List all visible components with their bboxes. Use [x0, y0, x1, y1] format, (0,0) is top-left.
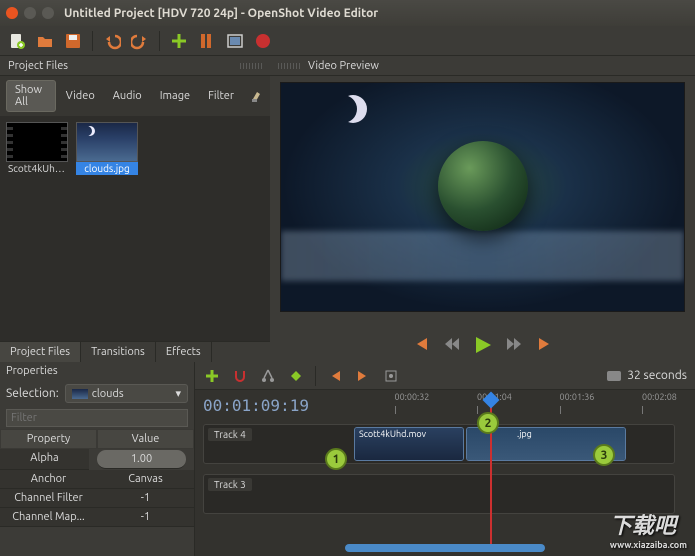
tab-effects[interactable]: Effects [156, 342, 212, 362]
minimize-icon[interactable] [24, 7, 36, 19]
window-title: Untitled Project [HDV 720 24p] - OpenSho… [64, 7, 378, 20]
prop-value[interactable]: -1 [97, 508, 194, 527]
track-label: Track 4 [208, 428, 252, 441]
selection-dropdown[interactable]: clouds ▾ [65, 384, 188, 403]
selection-label: Selection: [6, 387, 59, 400]
left-bottom-tabs: Project Files Transitions Effects [0, 341, 270, 362]
video-preview-header: Video Preview [270, 56, 695, 76]
panel-grip-icon[interactable] [240, 63, 262, 69]
prop-name: Alpha [0, 449, 89, 470]
project-files-area[interactable]: Scott4kUhd... clouds.jpg [0, 116, 270, 341]
moon-icon [85, 126, 95, 136]
prop-value[interactable]: 1.00 [97, 450, 186, 469]
zoom-label: 32 seconds [627, 369, 687, 382]
tab-image[interactable]: Image [152, 87, 198, 105]
timeline-track[interactable]: Track 3 [203, 474, 675, 514]
video-preview-label: Video Preview [308, 60, 379, 72]
help-marker: 3 [593, 444, 615, 466]
help-marker: 2 [477, 412, 499, 434]
timeline-ruler[interactable]: 00:00:32 00:01:04 00:01:36 00:02:08 [345, 392, 675, 418]
marker-icon[interactable] [287, 367, 305, 385]
clip-label: Scott4kUhd.mov [359, 429, 426, 439]
clear-filter-icon[interactable] [250, 87, 264, 105]
titlebar: Untitled Project [HDV 720 24p] - OpenSho… [0, 0, 695, 26]
tab-transitions[interactable]: Transitions [81, 342, 156, 362]
timeline-body[interactable]: 00:01:09:19 00:00:32 00:01:04 00:01:36 0… [195, 390, 695, 556]
zoom-slider[interactable] [607, 371, 621, 381]
ruler-tick: 00:02:08 [642, 392, 677, 402]
playback-controls [270, 330, 695, 362]
close-icon[interactable] [6, 7, 18, 19]
selection-value: clouds [92, 388, 124, 400]
panel-grip-icon[interactable] [278, 63, 300, 69]
file-item[interactable]: Scott4kUhd... [6, 122, 68, 175]
help-marker: 1 [325, 448, 347, 470]
next-marker-icon[interactable] [354, 367, 372, 385]
file-label: clouds.jpg [76, 162, 138, 175]
prop-name: Channel Filter [0, 489, 97, 508]
redo-icon[interactable] [131, 32, 149, 50]
jump-end-icon[interactable] [535, 336, 553, 354]
prev-marker-icon[interactable] [326, 367, 344, 385]
open-project-icon[interactable] [36, 32, 54, 50]
video-preview-canvas[interactable] [280, 82, 685, 312]
file-label: Scott4kUhd... [6, 162, 68, 175]
project-files-label: Project Files [8, 60, 68, 72]
rewind-icon[interactable] [443, 336, 461, 354]
fast-forward-icon[interactable] [505, 336, 523, 354]
profile-icon[interactable] [198, 32, 216, 50]
maximize-icon[interactable] [42, 7, 54, 19]
chevron-down-icon: ▾ [175, 387, 181, 400]
save-project-icon[interactable] [64, 32, 82, 50]
timeline-toolbar: 32 seconds [195, 362, 695, 390]
tab-filter[interactable]: Filter [200, 87, 242, 105]
play-icon[interactable] [473, 336, 493, 354]
prop-value[interactable]: -1 [97, 489, 194, 508]
main-toolbar [0, 26, 695, 56]
center-playhead-icon[interactable] [382, 367, 400, 385]
fullscreen-icon[interactable] [226, 32, 244, 50]
prop-name: Channel Map... [0, 508, 97, 527]
properties-header: Properties [0, 362, 194, 380]
undo-icon[interactable] [103, 32, 121, 50]
timecode: 00:01:09:19 [203, 396, 309, 415]
timeline-clip[interactable]: Scott4kUhd.mov [354, 427, 464, 461]
clip-label: .jpg [517, 429, 532, 439]
tab-video[interactable]: Video [58, 87, 103, 105]
timeline-scrollbar[interactable] [345, 544, 545, 552]
col-value[interactable]: Value [97, 429, 194, 449]
add-track-icon[interactable] [203, 367, 221, 385]
tab-show-all[interactable]: Show All [6, 80, 56, 112]
file-filter-tabs: Show All Video Audio Image Filter [0, 76, 270, 116]
tab-project-files[interactable]: Project Files [0, 342, 81, 362]
prop-name: Anchor [0, 470, 97, 489]
moon-icon [339, 95, 367, 123]
track-label: Track 3 [208, 478, 252, 491]
ruler-tick: 00:01:36 [560, 392, 595, 402]
col-property[interactable]: Property [0, 429, 97, 449]
razor-icon[interactable] [259, 367, 277, 385]
ruler-tick: 00:00:32 [395, 392, 430, 402]
project-files-header: Project Files [0, 56, 270, 76]
export-icon[interactable] [254, 32, 272, 50]
snap-icon[interactable] [231, 367, 249, 385]
import-files-icon[interactable] [170, 32, 188, 50]
prop-value[interactable]: Canvas [97, 470, 194, 489]
jump-start-icon[interactable] [413, 336, 431, 354]
properties-filter-input[interactable] [6, 409, 188, 427]
new-project-icon[interactable] [8, 32, 26, 50]
sphere-graphic [438, 141, 528, 231]
file-item[interactable]: clouds.jpg [76, 122, 138, 175]
tab-audio[interactable]: Audio [105, 87, 150, 105]
